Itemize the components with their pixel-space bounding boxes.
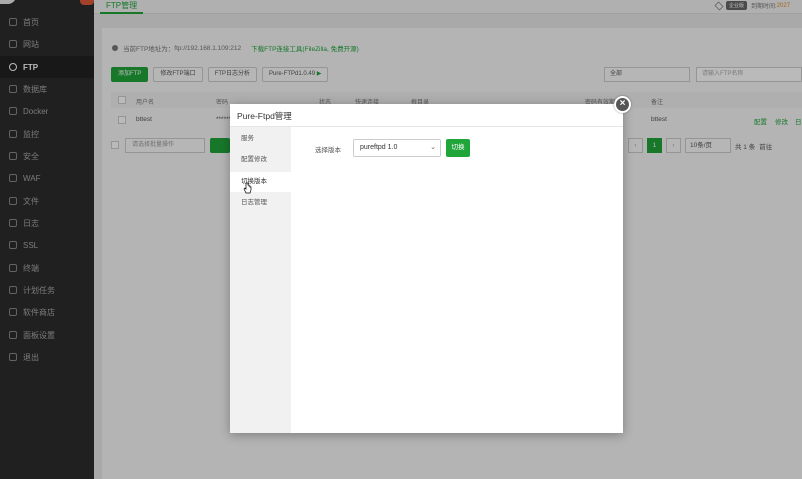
- modal-tab-log[interactable]: 日志管理: [230, 193, 291, 213]
- version-select[interactable]: pureftpd 1.0 ⌄: [353, 139, 441, 157]
- pure-ftpd-modal: Pure-Ftpd管理 × 服务 配置修改 切换版本 日志管理 选择版本 pur…: [230, 96, 631, 433]
- hand-cursor-icon: [243, 182, 252, 194]
- modal-header: Pure-Ftpd管理: [230, 104, 623, 127]
- version-select-value: pureftpd 1.0: [360, 144, 398, 151]
- modal-sidebar: 服务 配置修改 切换版本 日志管理: [230, 127, 291, 433]
- chevron-down-icon: ⌄: [430, 144, 436, 151]
- modal-title: Pure-Ftpd管理: [237, 111, 292, 121]
- modal-body: 选择版本 pureftpd 1.0 ⌄ 切换: [291, 127, 623, 433]
- version-select-label: 选择版本: [315, 147, 341, 154]
- modal-tab-config[interactable]: 配置修改: [230, 150, 291, 170]
- switch-button[interactable]: 切换: [446, 139, 470, 157]
- modal-tab-service[interactable]: 服务: [230, 129, 291, 149]
- modal-tab-switch-version[interactable]: 切换版本: [230, 172, 291, 192]
- close-icon[interactable]: ×: [614, 96, 631, 113]
